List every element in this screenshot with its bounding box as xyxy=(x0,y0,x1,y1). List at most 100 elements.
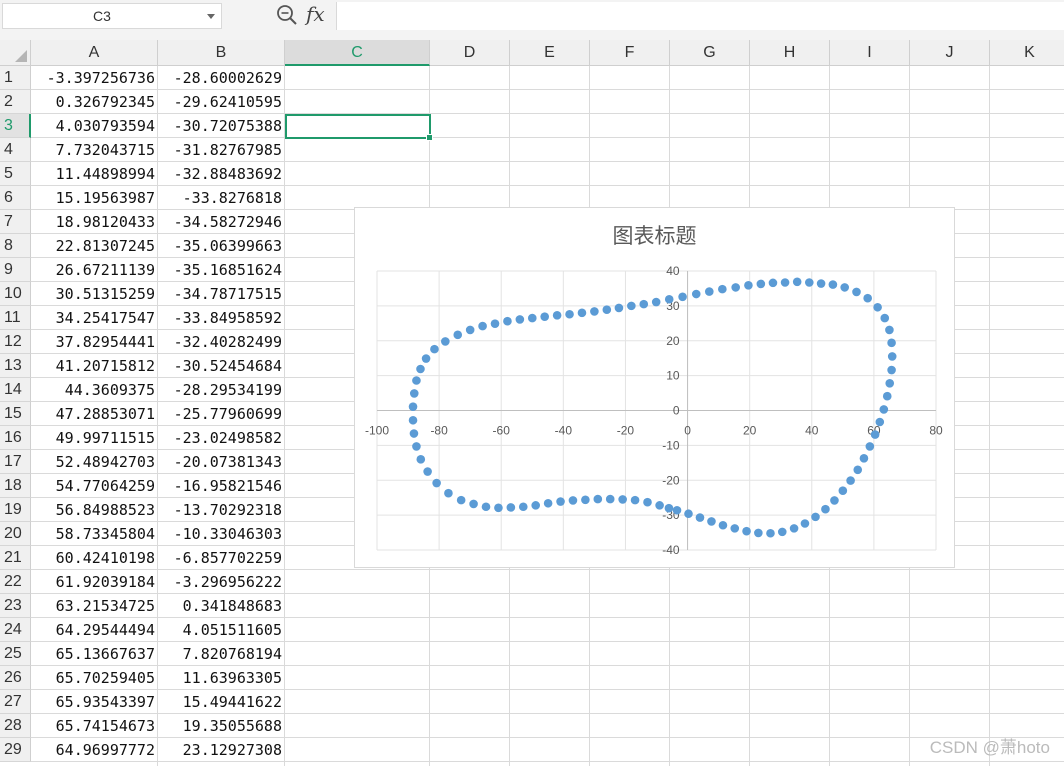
row-header[interactable]: 4 xyxy=(0,138,31,162)
cell-b[interactable]: -25.77960699 xyxy=(158,402,285,426)
row-header[interactable]: 7 xyxy=(0,210,31,234)
cell-a[interactable]: -3.397256736 xyxy=(31,66,158,90)
row-header[interactable]: 11 xyxy=(0,306,31,330)
column-header-j[interactable]: J xyxy=(910,40,990,66)
column-header-d[interactable]: D xyxy=(430,40,510,66)
cell-b[interactable]: -30.52454684 xyxy=(158,354,285,378)
cell-a[interactable]: 15.19563987 xyxy=(31,186,158,210)
row-header[interactable]: 25 xyxy=(0,642,31,666)
cell-b[interactable]: -32.88483692 xyxy=(158,162,285,186)
row-header[interactable]: 17 xyxy=(0,450,31,474)
zoom-formula-icon[interactable] xyxy=(276,4,298,26)
row-header[interactable]: 15 xyxy=(0,402,31,426)
formula-input[interactable] xyxy=(336,2,1064,30)
name-box[interactable]: C3 xyxy=(2,3,222,29)
cell-b[interactable]: -3.296956222 xyxy=(158,570,285,594)
row-header[interactable]: 19 xyxy=(0,498,31,522)
cell-a[interactable]: 4.030793594 xyxy=(31,114,158,138)
row-header[interactable]: 16 xyxy=(0,426,31,450)
row-header[interactable]: 24 xyxy=(0,618,31,642)
row-header[interactable]: 29 xyxy=(0,738,31,762)
row-header[interactable]: 18 xyxy=(0,474,31,498)
cell-a[interactable]: 0.326792345 xyxy=(31,90,158,114)
row-header[interactable]: 8 xyxy=(0,234,31,258)
cell-a[interactable]: 44.3609375 xyxy=(31,378,158,402)
cell-b[interactable]: -30.72075388 xyxy=(158,114,285,138)
cell-a[interactable]: 34.25417547 xyxy=(31,306,158,330)
cell-b[interactable]: 7.820768194 xyxy=(158,642,285,666)
cell-b[interactable]: 0.341848683 xyxy=(158,594,285,618)
select-all-corner[interactable] xyxy=(0,40,31,66)
cell-b[interactable]: -33.84958592 xyxy=(158,306,285,330)
cell-a[interactable]: 30.51315259 xyxy=(31,282,158,306)
cell-b[interactable]: 19.35055688 xyxy=(158,714,285,738)
column-header-h[interactable]: H xyxy=(750,40,830,66)
scatter-chart[interactable]: 图表标题 -100-80-60-40-20020406080-40-30-20-… xyxy=(354,207,955,568)
cell-b[interactable]: -34.58272946 xyxy=(158,210,285,234)
cell-a[interactable]: 65.93543397 xyxy=(31,690,158,714)
row-header[interactable]: 6 xyxy=(0,186,31,210)
row-header[interactable]: 5 xyxy=(0,162,31,186)
cell-a[interactable]: 11.44898994 xyxy=(31,162,158,186)
cell-a[interactable]: 49.99711515 xyxy=(31,426,158,450)
cell-b[interactable]: -33.8276818 xyxy=(158,186,285,210)
cell-b[interactable]: -20.07381343 xyxy=(158,450,285,474)
cell-a[interactable]: 52.48942703 xyxy=(31,450,158,474)
cell-b[interactable]: -31.82767985 xyxy=(158,138,285,162)
select-all-triangle-icon[interactable] xyxy=(15,50,27,62)
row-header[interactable]: 22 xyxy=(0,570,31,594)
active-cell-c3[interactable] xyxy=(285,114,433,141)
cell-b[interactable]: -32.40282499 xyxy=(158,330,285,354)
column-header-e[interactable]: E xyxy=(510,40,590,66)
cell-b[interactable]: -35.16851624 xyxy=(158,258,285,282)
cell-a[interactable]: 64.96997772 xyxy=(31,738,158,762)
cell-b[interactable]: -35.06399663 xyxy=(158,234,285,258)
row-header[interactable]: 1 xyxy=(0,66,31,90)
cell-a[interactable]: 65.13667637 xyxy=(31,642,158,666)
cell-b[interactable]: -34.78717515 xyxy=(158,282,285,306)
row-header[interactable]: 10 xyxy=(0,282,31,306)
cell-a[interactable]: 58.73345804 xyxy=(31,522,158,546)
cell-a[interactable]: 47.28853071 xyxy=(31,402,158,426)
row-header[interactable]: 3 xyxy=(0,114,31,138)
cell-b[interactable]: -23.02498582 xyxy=(158,426,285,450)
row-header[interactable]: 13 xyxy=(0,354,31,378)
row-header[interactable]: 14 xyxy=(0,378,31,402)
cell-b[interactable]: -28.29534199 xyxy=(158,378,285,402)
fx-icon[interactable]: fx xyxy=(306,2,325,26)
row-header[interactable]: 9 xyxy=(0,258,31,282)
cell-b[interactable]: 4.051511605 xyxy=(158,618,285,642)
column-header-c[interactable]: C xyxy=(285,40,430,66)
column-header-b[interactable]: B xyxy=(158,40,285,66)
column-header-i[interactable]: I xyxy=(830,40,910,66)
cell-a[interactable]: 18.98120433 xyxy=(31,210,158,234)
cell-a[interactable]: 63.21534725 xyxy=(31,594,158,618)
column-header-g[interactable]: G xyxy=(670,40,750,66)
cell-a[interactable]: 56.84988523 xyxy=(31,498,158,522)
cell-b[interactable]: -13.70292318 xyxy=(158,498,285,522)
row-header[interactable]: 20 xyxy=(0,522,31,546)
cell-a[interactable]: 60.42410198 xyxy=(31,546,158,570)
cell-a[interactable]: 64.29544494 xyxy=(31,618,158,642)
cell-a[interactable]: 26.67211139 xyxy=(31,258,158,282)
cell-a[interactable]: 7.732043715 xyxy=(31,138,158,162)
row-header[interactable]: 21 xyxy=(0,546,31,570)
cell-b[interactable]: 23.12927308 xyxy=(158,738,285,762)
row-header[interactable]: 2 xyxy=(0,90,31,114)
cell-b[interactable]: -29.62410595 xyxy=(158,90,285,114)
cell-a[interactable]: 61.92039184 xyxy=(31,570,158,594)
column-header-f[interactable]: F xyxy=(590,40,670,66)
cell-a[interactable]: 41.20715812 xyxy=(31,354,158,378)
column-header-a[interactable]: A xyxy=(31,40,158,66)
row-header[interactable]: 27 xyxy=(0,690,31,714)
row-header[interactable]: 23 xyxy=(0,594,31,618)
cell-b[interactable]: -28.60002629 xyxy=(158,66,285,90)
row-header[interactable]: 26 xyxy=(0,666,31,690)
cell-b[interactable]: -10.33046303 xyxy=(158,522,285,546)
cell-b[interactable]: -6.857702259 xyxy=(158,546,285,570)
cell-b[interactable]: -16.95821546 xyxy=(158,474,285,498)
chevron-down-icon[interactable] xyxy=(207,14,215,19)
cell-b[interactable]: 15.49441622 xyxy=(158,690,285,714)
cell-b[interactable]: 11.63963305 xyxy=(158,666,285,690)
row-header[interactable]: 28 xyxy=(0,714,31,738)
